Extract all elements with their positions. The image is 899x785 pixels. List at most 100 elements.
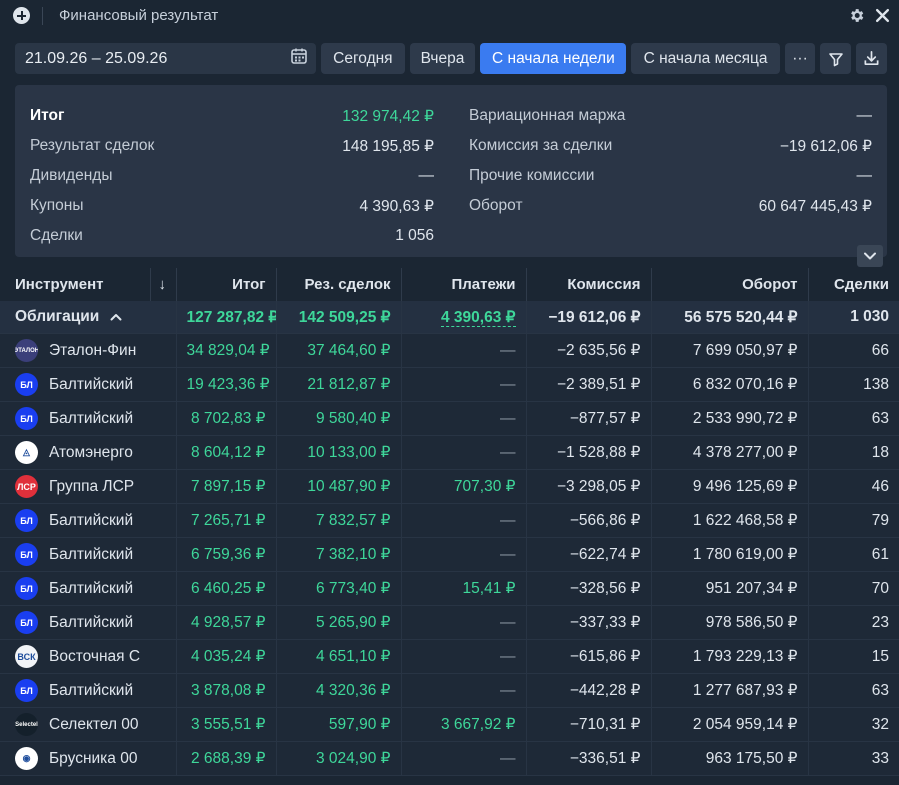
instrument-cell: ◉ Брусника 00	[0, 741, 177, 776]
instrument-logo: ◬	[15, 441, 38, 464]
summary-turnover-row: Оборот 60 647 445,43 ₽	[469, 191, 872, 221]
chevron-up-icon[interactable]	[110, 308, 122, 325]
table-row[interactable]: ◉ Брусника 00 2 688,39 ₽3 024,90 ₽ — −336,51…	[0, 741, 899, 776]
date-range-value: 21.09.26 – 25.09.26	[25, 49, 168, 67]
table-row[interactable]: БЛ Балтийский 6 460,25 ₽6 773,40 ₽15,41 ₽ −…	[0, 571, 899, 606]
group-payments: 4 390,63 ₽	[401, 301, 527, 334]
summary-value: 4 390,63 ₽	[359, 197, 434, 215]
row-commission: −615,86 ₽	[526, 639, 652, 674]
more-button[interactable]: ···	[784, 43, 816, 74]
calendar-icon[interactable]	[290, 47, 308, 70]
plus-icon[interactable]	[13, 7, 30, 24]
instrument-name: Атомэнерго	[49, 443, 133, 461]
row-payments: —	[401, 537, 527, 572]
row-deals-result: 10 487,90 ₽	[276, 469, 402, 504]
row-total: 34 829,04 ₽	[176, 333, 277, 368]
summary-label: Итог	[30, 107, 65, 124]
instrument-name: Группа ЛСР	[49, 477, 135, 495]
row-commission: −2 389,51 ₽	[526, 367, 652, 402]
group-payments-value[interactable]: 4 390,63 ₽	[440, 308, 516, 327]
row-commission: −566,86 ₽	[526, 503, 652, 538]
row-deals-result: 6 773,40 ₽	[276, 571, 402, 606]
instrument-cell: БЛ Балтийский	[0, 537, 177, 572]
close-icon[interactable]	[873, 7, 891, 25]
gear-icon[interactable]	[847, 7, 865, 25]
row-commission: −3 298,05 ₽	[526, 469, 652, 504]
summary-left: Итог 132 974,42 ₽ Результат сделок 148 1…	[30, 101, 434, 251]
table-row[interactable]: ◬ Атомэнерго 8 604,12 ₽10 133,00 ₽ — −1 528,…	[0, 435, 899, 470]
row-turnover: 9 496 125,69 ₽	[651, 469, 809, 504]
group-name-cell: Облигации	[0, 301, 177, 334]
row-total: 6 460,25 ₽	[176, 571, 277, 606]
instrument-name: Балтийский	[49, 613, 134, 631]
window-title: Финансовый результат	[59, 7, 219, 24]
row-deals: 66	[808, 333, 899, 368]
date-range-input[interactable]: 21.09.26 – 25.09.26	[15, 43, 317, 74]
row-deals: 79	[808, 503, 899, 538]
download-icon[interactable]	[856, 43, 887, 74]
instrument-cell: Selectel Селектел 00	[0, 707, 177, 742]
summary-panel: Итог 132 974,42 ₽ Результат сделок 148 1…	[15, 85, 887, 267]
group-row-bonds[interactable]: Облигации 127 287,82 ₽ 142 509,25 ₽ 4 39…	[0, 301, 899, 334]
instrument-logo: БЛ	[15, 509, 38, 532]
row-payments: —	[401, 333, 527, 368]
instrument-name: Селектел 00	[49, 715, 139, 733]
summary-label: Комиссия за сделки	[469, 137, 613, 154]
chevron-down-icon[interactable]	[857, 245, 883, 267]
row-deals: 70	[808, 571, 899, 606]
instrument-logo: ◉	[15, 747, 38, 770]
row-turnover: 2 054 959,14 ₽	[651, 707, 809, 742]
table-row[interactable]: ВСК Восточная С 4 035,24 ₽4 651,10 ₽ — −615,…	[0, 639, 899, 674]
row-total: 4 035,24 ₽	[176, 639, 277, 674]
yesterday-button[interactable]: Вчера	[409, 43, 476, 74]
table-row[interactable]: БЛ Балтийский 3 878,08 ₽4 320,36 ₽ — −442,28…	[0, 673, 899, 708]
instrument-name: Восточная С	[49, 647, 141, 665]
row-deals: 63	[808, 673, 899, 708]
col-header-payments[interactable]: Платежи	[401, 268, 527, 301]
row-deals: 23	[808, 605, 899, 640]
row-total: 8 702,83 ₽	[176, 401, 277, 436]
row-commission: −1 528,88 ₽	[526, 435, 652, 470]
since-month-button[interactable]: С начала месяца	[631, 43, 780, 74]
instrument-name: Балтийский	[49, 579, 134, 597]
table-row[interactable]: БЛ Балтийский 8 702,83 ₽9 580,40 ₽ — −877,57…	[0, 401, 899, 436]
summary-coupons-row: Купоны 4 390,63 ₽	[30, 191, 434, 221]
table-row[interactable]: БЛ Балтийский 19 423,36 ₽21 812,87 ₽ — −2 38…	[0, 367, 899, 402]
row-deals-result: 7 382,10 ₽	[276, 537, 402, 572]
summary-label: Купоны	[30, 197, 84, 214]
summary-value: −19 612,06 ₽	[779, 137, 872, 155]
col-header-turnover[interactable]: Оборот	[651, 268, 809, 301]
table-row[interactable]: БЛ Балтийский 7 265,71 ₽7 832,57 ₽ — −566,86…	[0, 503, 899, 538]
results-table-container[interactable]: Инструмент ↓ Итог Рез. сделок Платежи Ко…	[0, 268, 899, 785]
row-payments: —	[401, 605, 527, 640]
table-row[interactable]: БЛ Балтийский 6 759,36 ₽7 382,10 ₽ — −622,74…	[0, 537, 899, 572]
today-button[interactable]: Сегодня	[321, 43, 405, 74]
row-commission: −622,74 ₽	[526, 537, 652, 572]
table-row[interactable]: БЛ Балтийский 4 928,57 ₽5 265,90 ₽ — −337,33…	[0, 605, 899, 640]
table-row[interactable]: ЭТАЛОН Эталон-Фин 34 829,04 ₽37 464,60 ₽ — −…	[0, 333, 899, 368]
filter-icon[interactable]	[820, 43, 852, 74]
summary-total-row: Итог 132 974,42 ₽	[30, 101, 434, 131]
table-row[interactable]: Selectel Селектел 00 3 555,51 ₽597,90 ₽3 6…	[0, 707, 899, 742]
col-header-deals[interactable]: Сделки	[808, 268, 899, 301]
row-deals: 33	[808, 741, 899, 776]
col-header-total[interactable]: Итог	[176, 268, 277, 301]
row-deals-result: 7 832,57 ₽	[276, 503, 402, 538]
row-turnover: 4 378 277,00 ₽	[651, 435, 809, 470]
instrument-cell: БЛ Балтийский	[0, 401, 177, 436]
row-total: 8 604,12 ₽	[176, 435, 277, 470]
instrument-logo: БЛ	[15, 543, 38, 566]
col-header-instrument[interactable]: Инструмент	[0, 268, 151, 301]
table-row[interactable]: ЛСР Группа ЛСР 7 897,15 ₽10 487,90 ₽707,30…	[0, 469, 899, 504]
table-header-row: Инструмент ↓ Итог Рез. сделок Платежи Ко…	[0, 268, 899, 301]
instrument-name: Брусника 00	[49, 749, 138, 767]
row-commission: −337,33 ₽	[526, 605, 652, 640]
sort-arrow-icon[interactable]: ↓	[150, 268, 177, 301]
summary-label: Результат сделок	[30, 137, 155, 154]
instrument-cell: ВСК Восточная С	[0, 639, 177, 674]
col-header-commission[interactable]: Комиссия	[526, 268, 652, 301]
since-week-button[interactable]: С начала недели	[480, 43, 627, 74]
instrument-name: Балтийский	[49, 375, 134, 393]
col-header-deals-result[interactable]: Рез. сделок	[276, 268, 402, 301]
instrument-logo: БЛ	[15, 407, 38, 430]
